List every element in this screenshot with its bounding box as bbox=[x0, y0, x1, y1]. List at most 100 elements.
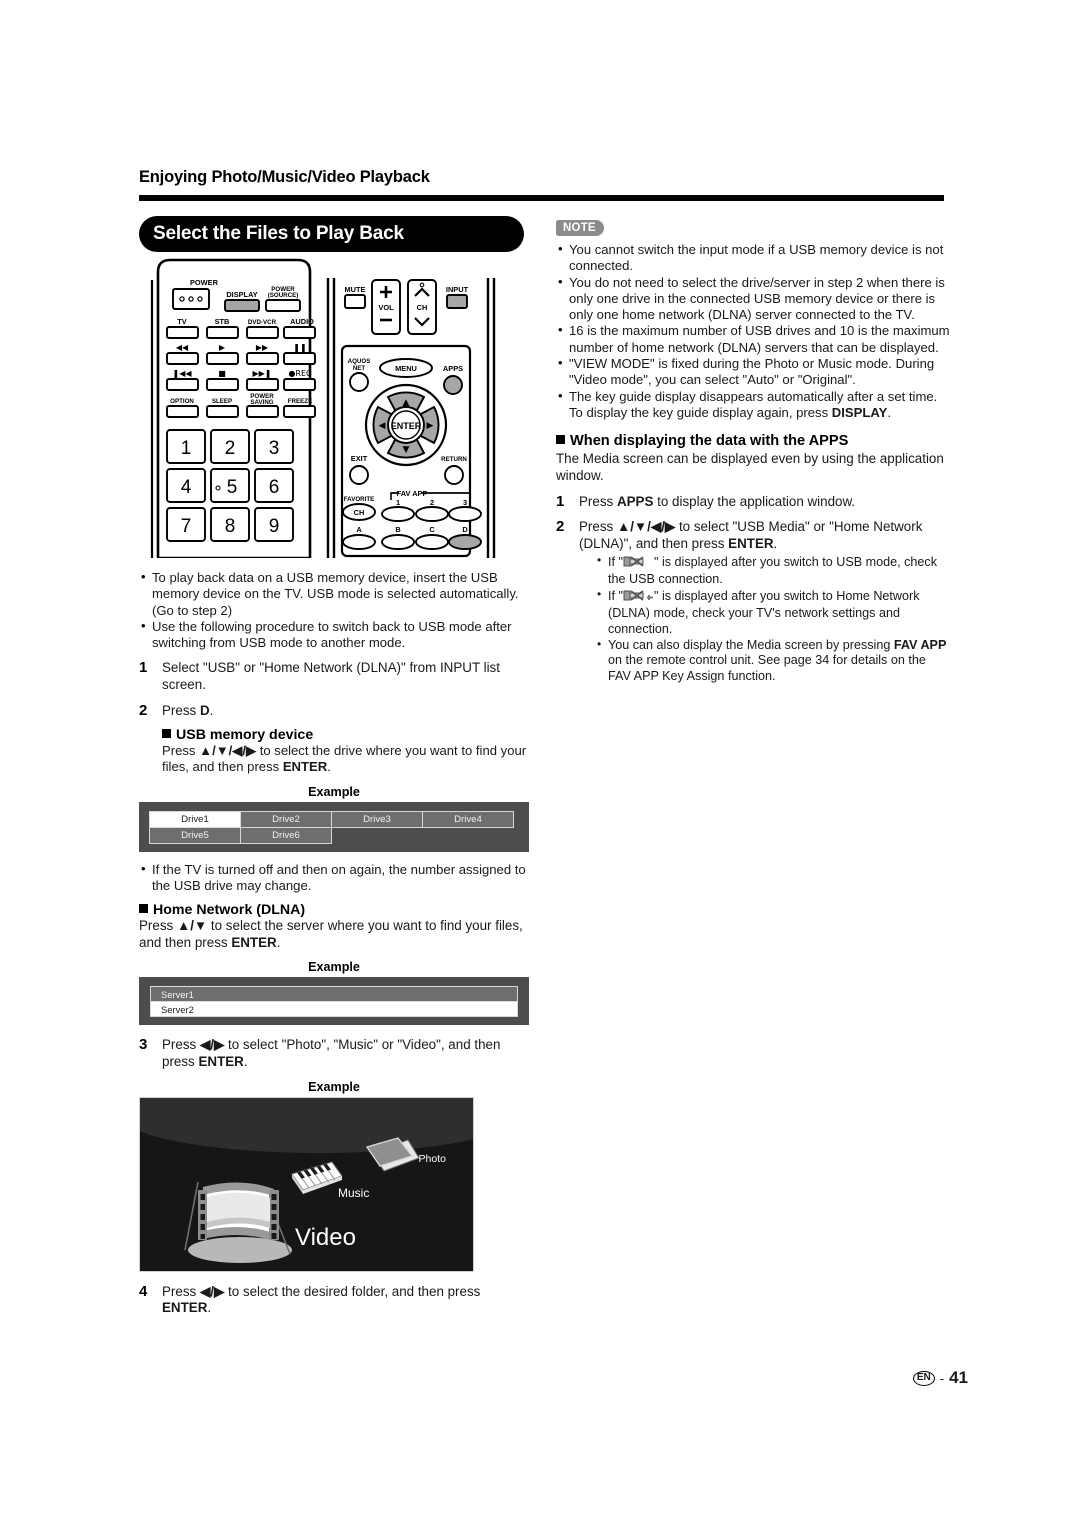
list-item: To play back data on a USB memory device… bbox=[139, 569, 529, 619]
drive-cell-empty bbox=[422, 827, 514, 844]
server-selection-panel: Server1 Server2 bbox=[139, 977, 529, 1026]
svg-text:■: ■ bbox=[218, 369, 226, 378]
footer-dash: - bbox=[939, 1370, 945, 1386]
drive-cell[interactable]: Drive2 bbox=[240, 810, 332, 828]
instr-pre: Press bbox=[579, 493, 617, 509]
step-text: Press D. bbox=[162, 703, 529, 720]
instr-pre: If " bbox=[608, 588, 623, 603]
left-column: To play back data on a USB memory device… bbox=[139, 569, 529, 1317]
instr-post: . bbox=[773, 536, 778, 552]
manual-page: Enjoying Photo/Music/Video Playback Sele… bbox=[0, 0, 1080, 1527]
svg-text:RETURN: RETURN bbox=[441, 456, 467, 463]
usb-memory-device-heading: USB memory device bbox=[162, 727, 529, 743]
dlna-instruction: Press ▲/▼ to select the server where you… bbox=[139, 918, 529, 951]
heading-label: USB memory device bbox=[176, 727, 314, 744]
svg-text:EXIT: EXIT bbox=[351, 454, 368, 463]
svg-text:AUDIO: AUDIO bbox=[290, 317, 314, 326]
square-bullet-icon bbox=[556, 435, 565, 445]
square-bullet-icon bbox=[139, 904, 148, 914]
server-row[interactable]: Server1 bbox=[150, 986, 518, 1003]
home-network-dlna-heading: Home Network (DLNA) bbox=[139, 902, 529, 918]
step-text: Press APPS to display the application wi… bbox=[579, 494, 951, 511]
svg-text:B: B bbox=[395, 525, 400, 534]
instr-pre: Press bbox=[139, 918, 177, 934]
svg-text:8: 8 bbox=[225, 516, 236, 537]
language-badge: EN bbox=[912, 1370, 935, 1386]
drive-cell[interactable]: Drive5 bbox=[149, 826, 241, 844]
drive-cell[interactable]: Drive4 bbox=[422, 810, 514, 828]
step-number: 2 bbox=[139, 701, 148, 719]
display-key-label: DISPLAY bbox=[831, 404, 888, 420]
svg-text:DISPLAY: DISPLAY bbox=[226, 290, 257, 299]
svg-text:CH: CH bbox=[354, 508, 365, 517]
network-disconnected-icon bbox=[623, 588, 654, 607]
svg-text:▼: ▼ bbox=[403, 445, 410, 455]
enter-key-label: ENTER bbox=[198, 1054, 244, 1070]
svg-text:▶▶: ▶▶ bbox=[256, 343, 269, 352]
fav-app-key-label: FAV APP bbox=[893, 637, 947, 652]
step-text: Press ◀/▶ to select the desired folder, … bbox=[162, 1284, 529, 1317]
remote-control-illustration: .rbody{fill:#fff;stroke:#000;stroke-widt… bbox=[150, 258, 505, 560]
heading-label: When displaying the data with the APPS bbox=[570, 433, 849, 450]
apps-step-1: 1 Press APPS to display the application … bbox=[556, 492, 951, 511]
svg-text:OPTION: OPTION bbox=[170, 398, 194, 405]
svg-text:(SOURCE): (SOURCE) bbox=[268, 292, 299, 299]
svg-text:5: 5 bbox=[227, 477, 238, 498]
step-4: 4 Press ◀/▶ to select the desired folder… bbox=[139, 1283, 529, 1317]
list-item: You cannot switch the input mode if a US… bbox=[556, 241, 951, 275]
svg-text:7: 7 bbox=[181, 516, 192, 537]
section-title: Select the Files to Play Back bbox=[153, 223, 404, 244]
instr-post: . bbox=[243, 1054, 248, 1070]
enter-key-label: ENTER bbox=[728, 536, 774, 552]
page-number: 41 bbox=[949, 1368, 968, 1387]
svg-text:6: 6 bbox=[269, 477, 280, 498]
list-item: You can also display the Media screen by… bbox=[595, 637, 951, 685]
apps-sub-bullet-list: If "" is displayed after you switch to U… bbox=[595, 553, 951, 685]
svg-text:❚❚: ❚❚ bbox=[293, 343, 306, 352]
drive-cell[interactable]: Drive1 bbox=[149, 810, 241, 828]
server-example-caption: Example bbox=[308, 960, 360, 975]
apps-step-2: 2 Press ▲/▼/◀/▶ to select "USB Media" or… bbox=[556, 519, 951, 684]
instr-post: . bbox=[207, 1300, 212, 1316]
svg-text:◀◀: ◀◀ bbox=[176, 343, 189, 352]
list-item: If the TV is turned off and then on agai… bbox=[139, 861, 529, 895]
server-row[interactable]: Server2 bbox=[150, 1001, 518, 1018]
heading-label: Home Network (DLNA) bbox=[153, 902, 306, 919]
arrow-keys-icon: ▲/▼ bbox=[176, 918, 208, 934]
photo-label: Photo bbox=[418, 1152, 446, 1165]
svg-text:AQUOS: AQUOS bbox=[348, 358, 371, 365]
page-footer: EN - 41 bbox=[912, 1368, 968, 1388]
list-item: "VIEW MODE" is fixed during the Photo or… bbox=[556, 355, 951, 389]
step-key-d: D bbox=[199, 702, 210, 718]
usb-section: USB memory device Press ▲/▼/◀/▶ to selec… bbox=[162, 727, 529, 775]
step-text: Select "USB" or "Home Network (DLNA)" fr… bbox=[162, 660, 500, 693]
instr-pre: You can also display the Media screen by… bbox=[608, 637, 894, 652]
enter-key-label: ENTER bbox=[231, 934, 277, 950]
svg-text:FREEZE: FREEZE bbox=[288, 398, 312, 405]
section-banner: Select the Files to Play Back bbox=[139, 216, 524, 252]
svg-text:A: A bbox=[356, 525, 362, 534]
svg-text:CH: CH bbox=[417, 303, 428, 312]
svg-text:3: 3 bbox=[463, 498, 467, 507]
svg-text:1: 1 bbox=[396, 498, 400, 507]
svg-text:TV: TV bbox=[177, 317, 187, 326]
drive-example-caption: Example bbox=[308, 784, 360, 799]
media-screen-example: Photo Music Video bbox=[139, 1096, 474, 1272]
music-label: Music bbox=[338, 1185, 370, 1200]
step-number: 1 bbox=[556, 492, 565, 510]
svg-text:DVD·VCR: DVD·VCR bbox=[248, 319, 277, 326]
svg-text:▶▶❚: ▶▶❚ bbox=[252, 369, 271, 378]
apps-section-heading: When displaying the data with the APPS bbox=[556, 433, 951, 449]
svg-text:◀: ◀ bbox=[379, 421, 386, 431]
svg-text:POWER: POWER bbox=[190, 278, 219, 287]
drive-grid[interactable]: Drive1 Drive2 Drive3 Drive4 Drive5 Drive6 bbox=[149, 810, 518, 844]
drive-note-list: If the TV is turned off and then on agai… bbox=[139, 861, 529, 895]
drive-cell[interactable]: Drive3 bbox=[331, 810, 423, 828]
svg-text:2: 2 bbox=[430, 498, 434, 507]
server-list[interactable]: Server1 Server2 bbox=[150, 986, 518, 1018]
drive-cell[interactable]: Drive6 bbox=[240, 826, 332, 844]
svg-text:VOL: VOL bbox=[378, 303, 394, 312]
list-item: If "" is displayed after you switch to U… bbox=[595, 553, 951, 588]
svg-text:SLEEP: SLEEP bbox=[212, 398, 232, 405]
instr-post: on the remote control unit. See page 34 … bbox=[608, 653, 926, 683]
